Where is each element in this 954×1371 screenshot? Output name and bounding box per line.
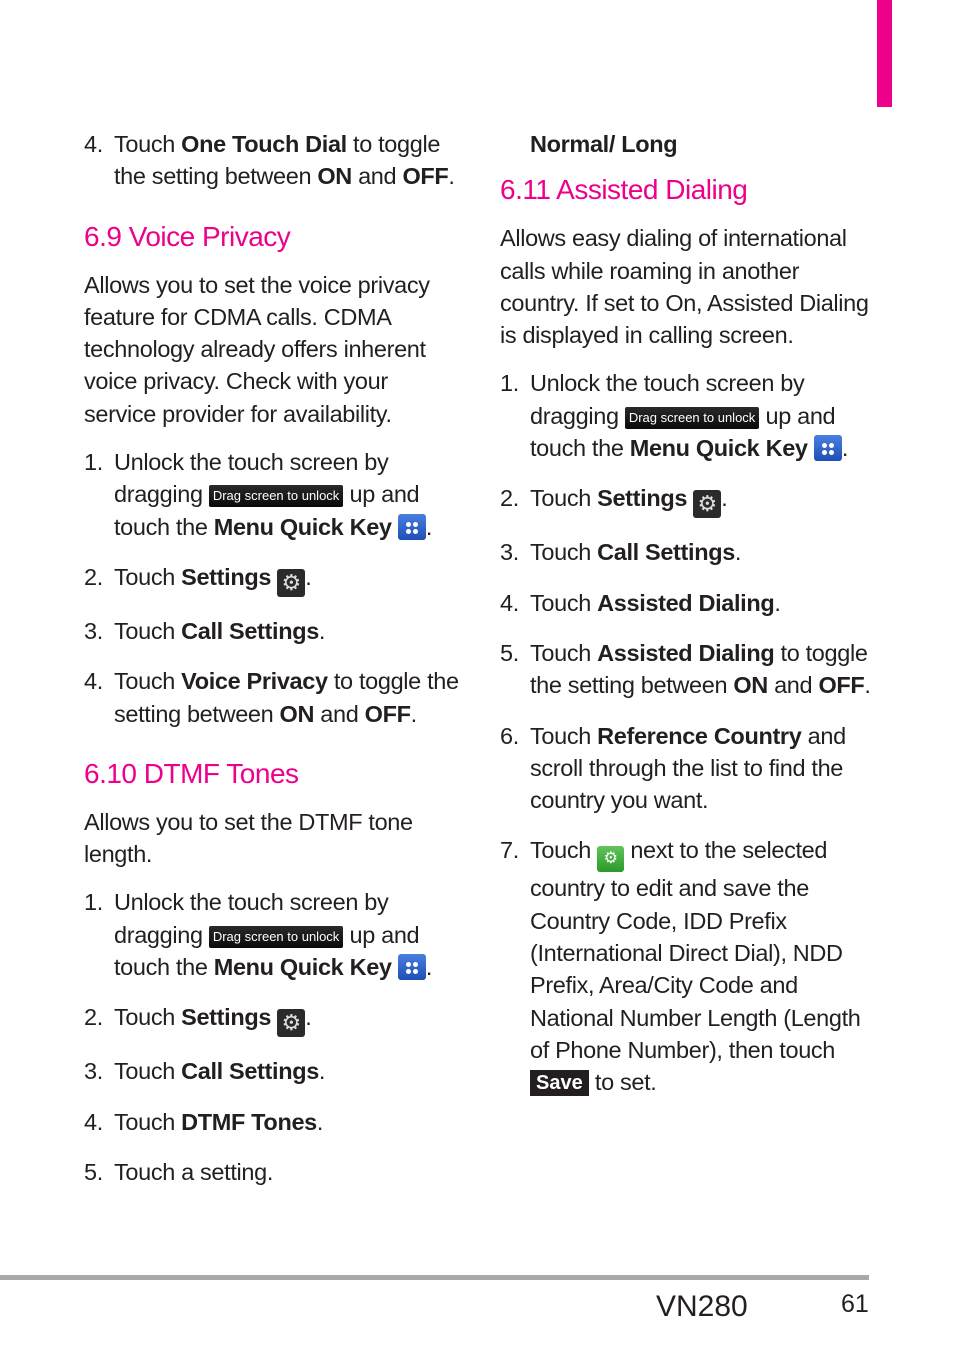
settings-gear-icon: ⚙: [693, 490, 722, 519]
left-column: 4. Touch One Touch Dial to toggle the se…: [84, 128, 464, 1188]
right-column: Normal/ Long 6.11 Assisted Dialing Allow…: [500, 128, 880, 1099]
ad-step-3: 3. Touch Call Settings.: [500, 539, 742, 566]
vp-step-2: 2. Touch Settings ⚙.: [84, 563, 312, 597]
voice-privacy-description: Allows you to set the voice privacy feat…: [84, 271, 430, 427]
menu-quick-key-icon: [397, 513, 426, 540]
dtmf-step-1: 1. Unlock the touch screen by dragging D…: [84, 889, 433, 981]
continued-options: Normal/ Long: [530, 131, 678, 157]
drag-to-unlock-bar: Drag screen to unlock: [208, 925, 344, 948]
vp-step-4: 4. Touch Voice Privacy to toggle the set…: [84, 668, 459, 727]
heading-dtmf-tones: 6.10 DTMF Tones: [84, 757, 299, 789]
footer-divider: [0, 1275, 869, 1280]
section-tab-marker: [877, 0, 892, 107]
vp-step-1: 1. Unlock the touch screen by dragging D…: [84, 449, 433, 540]
footer-model-name: VN280: [656, 1290, 748, 1323]
assisted-dialing-description: Allows easy dialing of international cal…: [500, 225, 869, 349]
step-number: 4.: [84, 131, 103, 157]
menu-quick-key-icon: [813, 435, 842, 462]
drag-to-unlock-bar: Drag screen to unlock: [208, 485, 344, 508]
ad-step-2: 2. Touch Settings ⚙.: [500, 485, 728, 519]
ad-step-4: 4. Touch Assisted Dialing.: [500, 589, 781, 616]
drag-to-unlock-bar: Drag screen to unlock: [624, 406, 760, 429]
dtmf-step-4: 4. Touch DTMF Tones.: [84, 1108, 324, 1135]
edit-gear-icon: ⚙: [597, 846, 625, 873]
step-one-touch-dial: 4. Touch One Touch Dial to toggle the se…: [84, 128, 464, 193]
ad-step-7: 7. Touch ⚙ next to the selected country …: [500, 837, 861, 1097]
settings-gear-icon: ⚙: [277, 1009, 306, 1038]
dtmf-step-5: 5. Touch a setting.: [84, 1158, 274, 1185]
dtmf-description: Allows you to set the DTMF tone length.: [84, 808, 413, 868]
ad-step-6: 6. Touch Reference Country and scroll th…: [500, 722, 846, 814]
ad-step-1: 1. Unlock the touch screen by dragging D…: [500, 370, 849, 462]
save-button-graphic: Save: [530, 1070, 589, 1097]
vp-step-3: 3. Touch Call Settings.: [84, 617, 326, 644]
one-touch-dial-label: One Touch Dial: [181, 131, 347, 157]
heading-voice-privacy: 6.9 Voice Privacy: [84, 220, 291, 252]
settings-gear-icon: ⚙: [277, 568, 306, 597]
menu-quick-key-icon: [397, 954, 426, 981]
heading-assisted-dialing: 6.11 Assisted Dialing: [500, 174, 748, 206]
dtmf-step-3: 3. Touch Call Settings.: [84, 1058, 326, 1085]
ad-step-5: 5. Touch Assisted Dialing to toggle the …: [500, 639, 871, 699]
footer-page-number: 61: [841, 1290, 869, 1318]
dtmf-step-2: 2. Touch Settings ⚙.: [84, 1004, 312, 1038]
